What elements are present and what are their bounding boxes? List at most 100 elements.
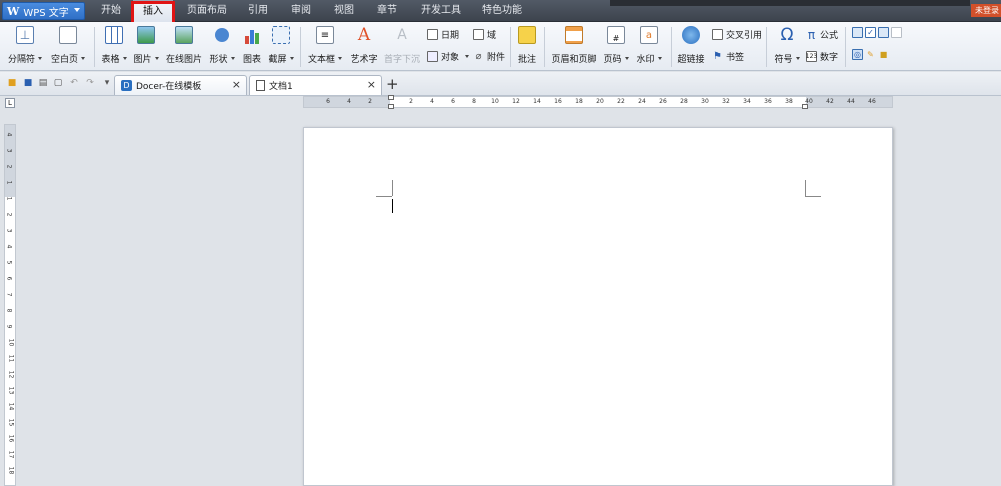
close-icon[interactable]: ×	[232, 78, 241, 91]
divider	[544, 27, 545, 67]
chart-button[interactable]: 图表	[241, 22, 263, 65]
ruler-tick: 8	[472, 98, 476, 105]
right-indent-marker[interactable]	[802, 104, 808, 109]
online-picture-icon	[175, 26, 193, 44]
attachment-button[interactable]: ⌀ 附件	[473, 50, 505, 63]
page-break-button[interactable]: ⊥ 分隔符	[8, 22, 43, 65]
cross-reference-button[interactable]: 交叉引用	[712, 28, 762, 41]
app-menu-button[interactable]: W WPS 文字	[2, 2, 85, 20]
tab-chapter[interactable]: 章节	[377, 0, 397, 22]
title-strip	[610, 0, 970, 6]
wordart-button[interactable]: A 艺术字	[348, 22, 380, 65]
document-tab-bar: ■ ■ ▤ ▢ ↶ ↷ ▾ D Docer-在线模板 × 文档1 × +	[0, 72, 1001, 96]
print-preview-icon[interactable]: ▢	[52, 77, 64, 89]
ruler-tick: 4	[430, 98, 434, 105]
form-design-icon[interactable]: ◎	[852, 49, 863, 60]
lock-icon[interactable]: ■	[878, 49, 889, 60]
tab-review[interactable]: 审阅	[291, 0, 311, 22]
table-button[interactable]: 表格	[99, 22, 129, 65]
tab-developer[interactable]: 开发工具	[421, 0, 461, 22]
login-badge[interactable]: 未登录	[971, 4, 1001, 17]
ruler-tick: 3	[5, 228, 13, 233]
number-button[interactable]: 123 数字	[806, 50, 838, 63]
close-icon[interactable]: ×	[367, 78, 376, 91]
document-page[interactable]	[303, 127, 893, 486]
vertical-ruler[interactable]: 4 3 2 1 1 2 3 4 5 6 7 8 9 10 11 12 13 14 15 16 17 18	[4, 124, 16, 486]
ruler-tick: 16	[554, 98, 562, 105]
comment-button[interactable]: 批注	[514, 22, 540, 65]
tab-view[interactable]: 视图	[334, 0, 354, 22]
ruler-tick: 6	[326, 98, 330, 105]
tab-stop-selector[interactable]: L	[5, 98, 15, 108]
divider	[766, 27, 767, 67]
drop-cap-button: A 首字下沉	[383, 27, 420, 65]
pencil-icon[interactable]: ✎	[865, 49, 876, 60]
print-icon[interactable]: ▤	[37, 77, 49, 89]
date-button[interactable]: 日期	[427, 28, 459, 41]
open-folder-icon[interactable]: ■	[6, 77, 18, 89]
object-button[interactable]: 对象	[427, 50, 470, 63]
crop-mark-top-right-v	[805, 180, 806, 196]
ruler-tick: 14	[533, 98, 541, 105]
customize-toolbar-icon[interactable]: ▾	[101, 77, 113, 89]
formula-button[interactable]: π 公式	[806, 28, 838, 42]
ruler-tick: 9	[5, 324, 13, 329]
ruler-tick: 36	[764, 98, 772, 105]
docer-icon: D	[121, 80, 132, 91]
ruler-tick: 28	[680, 98, 688, 105]
bookmark-button[interactable]: ⚑ 书签	[712, 50, 744, 63]
ruler-tick: 20	[596, 98, 604, 105]
header-footer-button[interactable]: 页眉和页脚	[549, 22, 599, 65]
object-icon	[427, 51, 438, 62]
ruler-tick: 46	[868, 98, 876, 105]
textbox-button[interactable]: ≡ 文本框	[305, 22, 345, 65]
ruler-tick: 4	[347, 98, 351, 105]
calendar-icon	[427, 29, 438, 40]
save-icon[interactable]: ■	[22, 77, 34, 89]
blank-page-button[interactable]: 空白页	[50, 22, 86, 65]
undo-icon[interactable]: ↶	[68, 77, 80, 89]
divider	[94, 27, 95, 67]
redo-icon[interactable]: ↷	[84, 77, 96, 89]
omega-icon: Ω	[780, 25, 794, 45]
symbol-button[interactable]: Ω 符号	[772, 22, 802, 65]
ruler-tick: 6	[5, 276, 13, 281]
screenshot-button[interactable]: 截屏	[266, 22, 296, 65]
wps-logo-icon: W	[7, 4, 20, 18]
page-number-button[interactable]: # 页码	[602, 22, 630, 65]
ruler-tick: 22	[617, 98, 625, 105]
crop-mark-top-left-h	[376, 196, 392, 197]
left-indent-marker[interactable]	[388, 104, 394, 109]
frame-icon[interactable]	[891, 27, 902, 38]
new-tab-button[interactable]: +	[386, 75, 399, 93]
picture-button[interactable]: 图片	[132, 22, 160, 65]
ribbon-insert: ⊥ 分隔符 空白页 表格 图片 在线图片 形状 图表 截屏 ≡ 文本框 A 艺术…	[0, 22, 1001, 71]
shape-icon	[213, 26, 231, 44]
online-picture-button[interactable]: 在线图片	[164, 22, 204, 65]
ruler-tick: 13	[7, 386, 15, 395]
watermark-button[interactable]: a 水印	[634, 22, 664, 65]
tab-page-layout[interactable]: 页面布局	[187, 0, 227, 22]
ruler-tick: 17	[7, 450, 15, 459]
tab-document1[interactable]: 文档1 ×	[249, 75, 382, 95]
ruler-tick: 3	[5, 148, 13, 153]
ruler-tick: 32	[722, 98, 730, 105]
ruler-tick: 2	[368, 98, 372, 105]
form-field-icon[interactable]	[852, 27, 863, 38]
tab-docer[interactable]: D Docer-在线模板 ×	[114, 75, 247, 95]
first-line-indent-marker[interactable]	[388, 95, 394, 100]
combo-box-icon[interactable]	[878, 27, 889, 38]
field-button[interactable]: 域	[473, 28, 496, 41]
shape-button[interactable]: 形状	[207, 22, 237, 65]
ruler-tick: 18	[575, 98, 583, 105]
ruler-tick: 26	[659, 98, 667, 105]
hyperlink-button[interactable]: 超链接	[676, 22, 706, 65]
checkbox-icon[interactable]: ✓	[865, 27, 876, 38]
textbox-icon: ≡	[316, 26, 334, 44]
tab-home[interactable]: 开始	[101, 0, 121, 22]
tab-references[interactable]: 引用	[248, 0, 268, 22]
ruler-tick: 34	[743, 98, 751, 105]
chevron-down-icon	[74, 8, 80, 12]
page-number-icon: #	[607, 26, 625, 44]
tab-features[interactable]: 特色功能	[482, 0, 522, 22]
